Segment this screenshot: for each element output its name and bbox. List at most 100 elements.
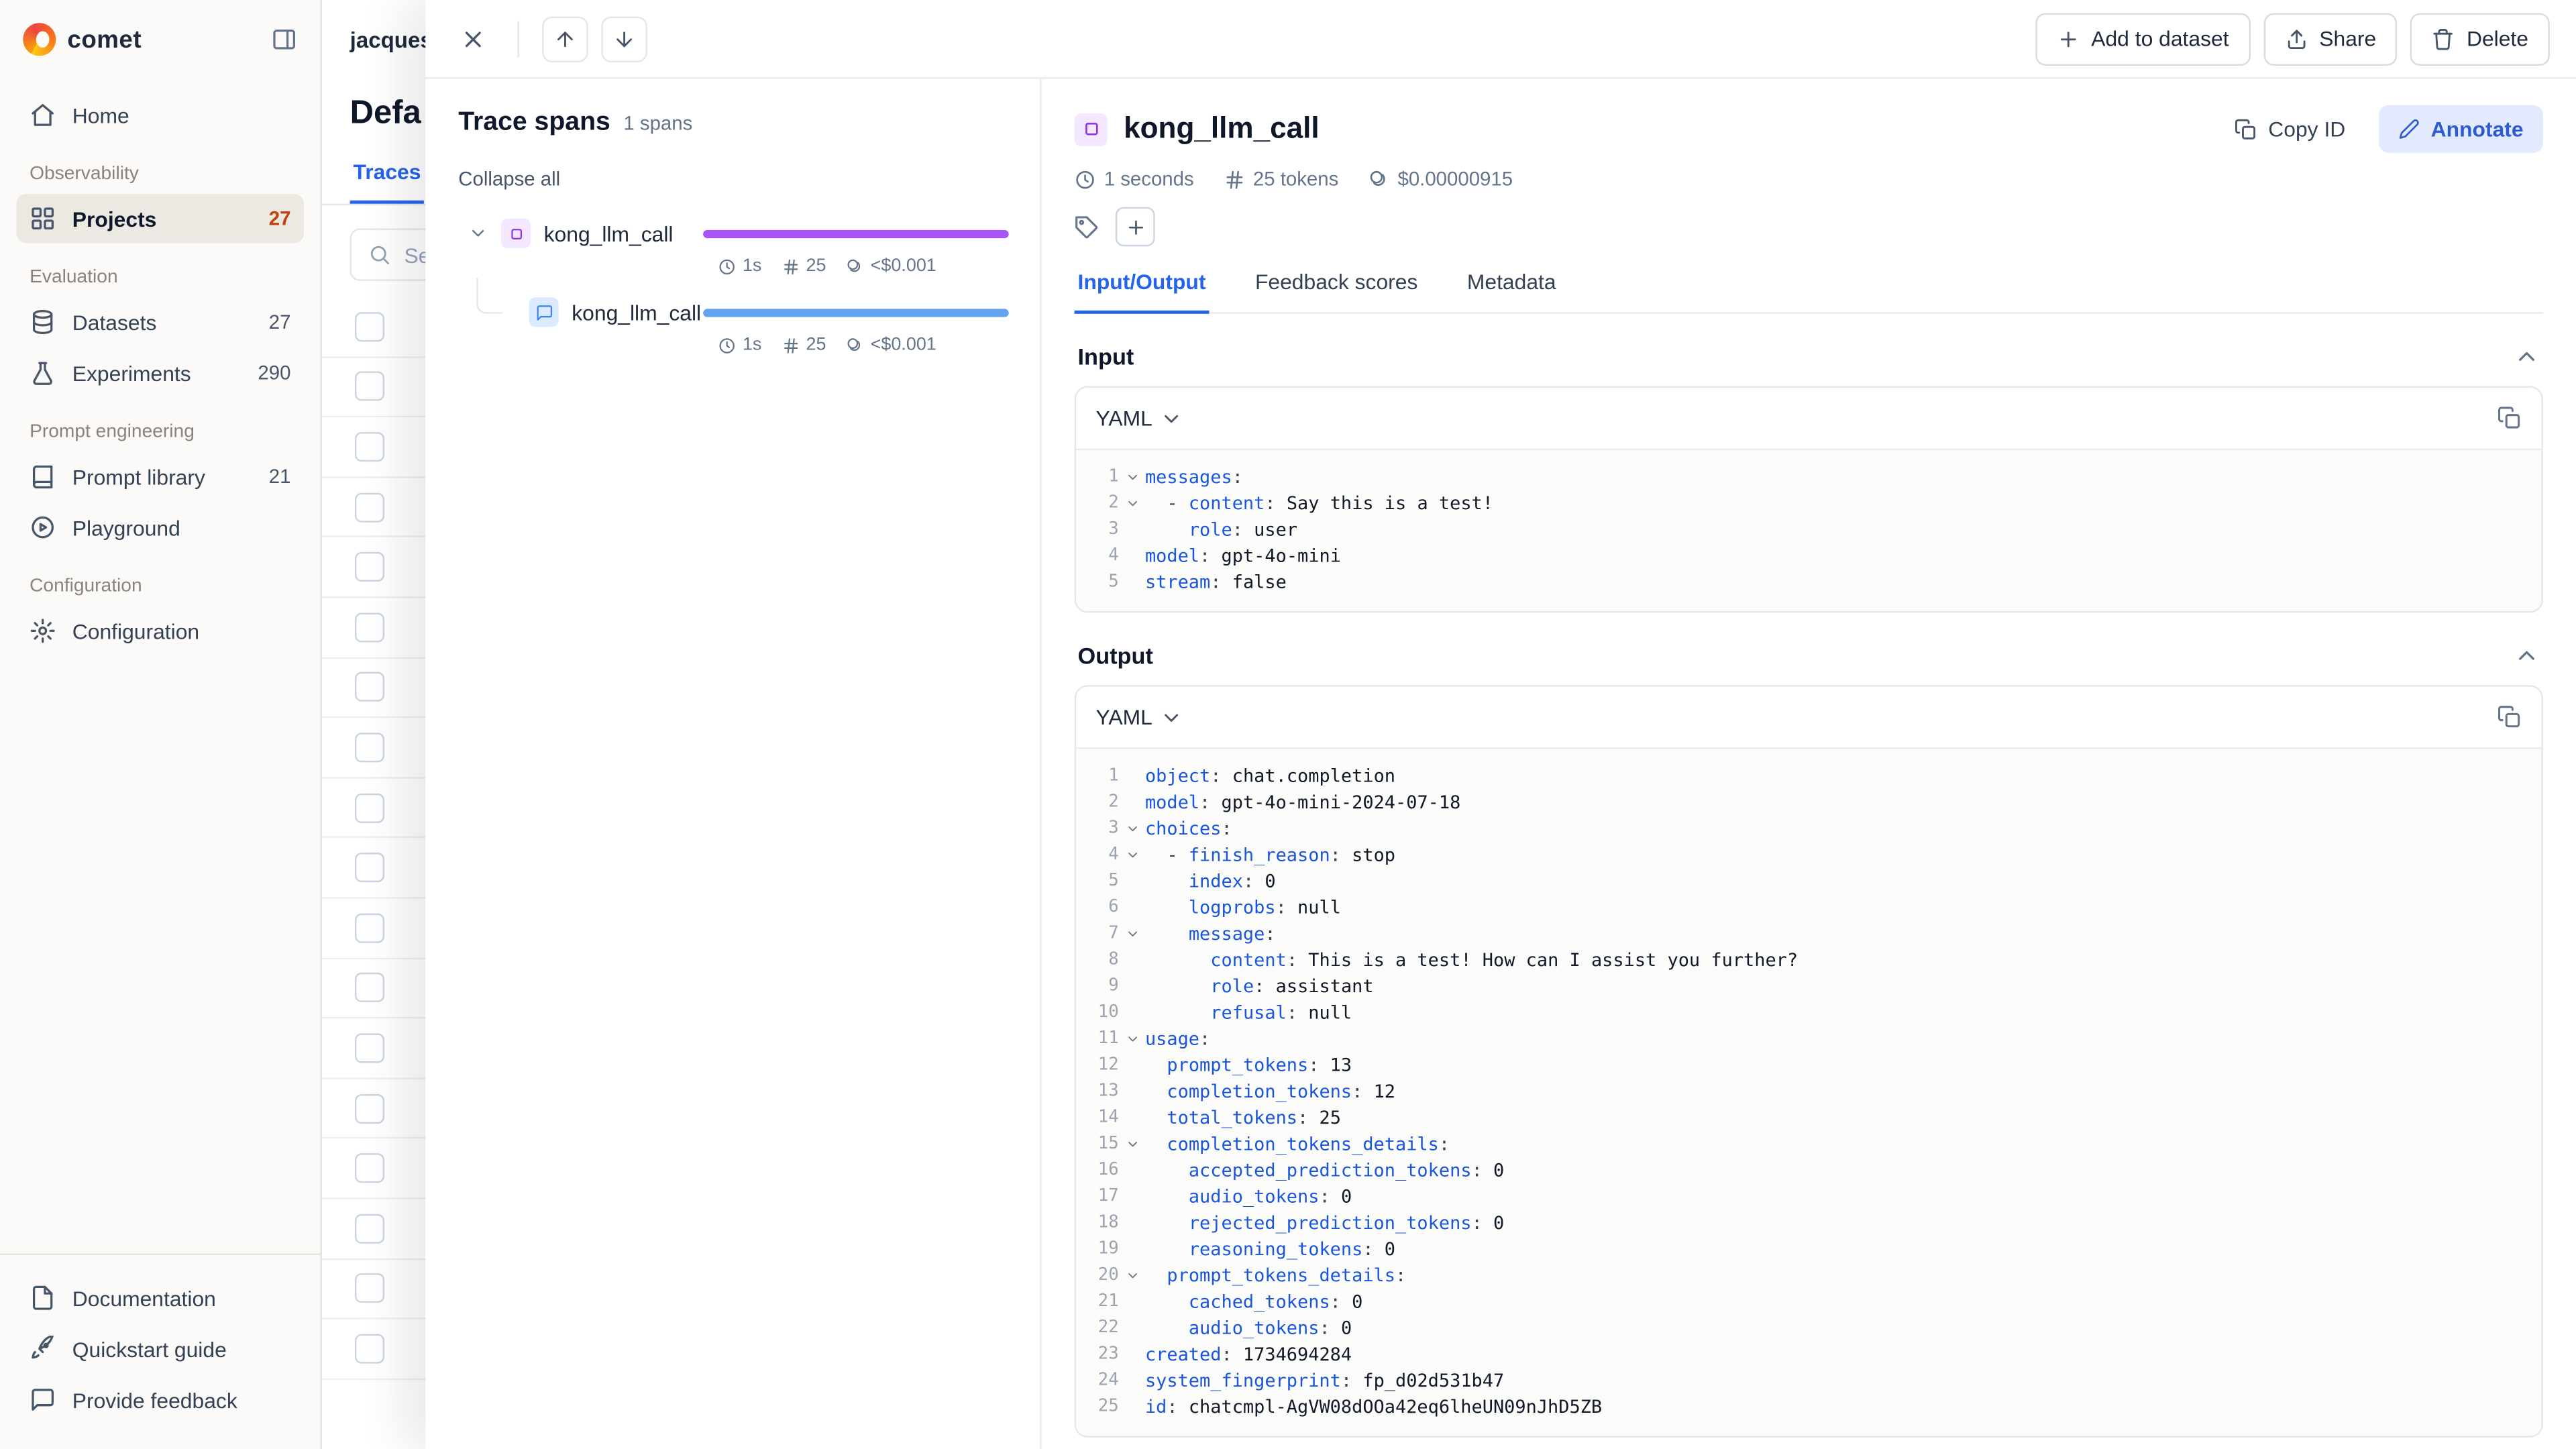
- sidebar-item-provide-feedback[interactable]: Provide feedback: [16, 1375, 304, 1424]
- chevron-down-icon[interactable]: [465, 223, 491, 243]
- line-number: 5: [1108, 572, 1119, 592]
- row-checkbox[interactable]: [354, 552, 385, 582]
- detail-tabs: Input/Output Feedback scores Metadata: [1074, 270, 2544, 314]
- row-checkbox[interactable]: [354, 1153, 385, 1183]
- code-line: 5 index: 0: [1083, 867, 2525, 894]
- add-to-dataset-button[interactable]: Add to dataset: [2035, 12, 2251, 65]
- code-line: 4 model: gpt-4o-mini: [1083, 542, 2525, 568]
- close-icon: [460, 25, 486, 52]
- copy-output-button[interactable]: [2497, 705, 2522, 730]
- line-number: 17: [1097, 1186, 1119, 1206]
- delete-button[interactable]: Delete: [2410, 12, 2550, 65]
- pencil-icon: [2398, 118, 2420, 140]
- share-icon: [2285, 27, 2308, 50]
- fold-chevron-icon[interactable]: [1120, 1031, 1143, 1046]
- tokens-stat: 25: [782, 335, 826, 355]
- sidebar-item-home[interactable]: Home: [16, 91, 304, 140]
- fold-chevron-icon[interactable]: [1120, 469, 1143, 484]
- row-checkbox[interactable]: [354, 792, 385, 822]
- collapse-all-button[interactable]: Collapse all: [458, 168, 1007, 191]
- trace-spans-panel: Trace spans 1 spans Collapse all kong_ll…: [425, 78, 1042, 1449]
- row-checkbox[interactable]: [354, 853, 385, 883]
- tab-metadata[interactable]: Metadata: [1464, 270, 1560, 313]
- sidebar-item-projects[interactable]: Projects 27: [16, 193, 305, 244]
- sidebar-item-prompt-library[interactable]: Prompt library 21: [16, 451, 304, 500]
- chevron-up-icon[interactable]: [2514, 343, 2540, 370]
- row-checkbox[interactable]: [354, 311, 385, 341]
- code-line: 19 reasoning_tokens: 0: [1083, 1236, 2525, 1262]
- code-line: 17 audio_tokens: 0: [1083, 1183, 2525, 1209]
- span-title: kong_llm_call: [1124, 111, 1320, 145]
- detail-scroll-area[interactable]: Input YAML 1 messages: 2 - content: Say th…: [1074, 314, 2544, 1449]
- previous-trace-button[interactable]: [542, 15, 588, 62]
- share-button[interactable]: Share: [2263, 12, 2398, 65]
- llm-span-icon: [500, 218, 531, 248]
- fold-chevron-icon[interactable]: [1120, 847, 1143, 861]
- tab-input-output[interactable]: Input/Output: [1074, 270, 1210, 314]
- input-section-header: Input: [1078, 343, 2540, 370]
- sidebar-item-documentation[interactable]: Documentation: [16, 1273, 304, 1322]
- row-checkbox[interactable]: [354, 1273, 385, 1303]
- chevron-down-icon: [1161, 706, 1183, 729]
- row-checkbox[interactable]: [354, 432, 385, 462]
- row-checkbox[interactable]: [354, 1093, 385, 1123]
- tab-feedback-scores[interactable]: Feedback scores: [1252, 270, 1421, 313]
- sidebar-item-experiments[interactable]: Experiments 290: [16, 348, 304, 397]
- line-number: 5: [1108, 870, 1119, 891]
- row-checkbox[interactable]: [354, 733, 385, 763]
- fold-chevron-icon[interactable]: [1120, 1267, 1143, 1282]
- row-checkbox[interactable]: [354, 672, 385, 702]
- row-checkbox[interactable]: [354, 1334, 385, 1364]
- span-duration-bar: [703, 309, 1009, 317]
- coins-icon: [846, 336, 864, 354]
- sidebar-collapse-icon[interactable]: [271, 26, 297, 52]
- search-icon: [368, 243, 391, 266]
- row-checkbox[interactable]: [354, 372, 385, 402]
- sidebar-item-playground[interactable]: Playground: [16, 502, 304, 551]
- row-checkbox[interactable]: [354, 492, 385, 522]
- sidebar-item-datasets[interactable]: Datasets 27: [16, 297, 304, 346]
- copy-input-button[interactable]: [2497, 406, 2522, 431]
- code-line: 22 audio_tokens: 0: [1083, 1314, 2525, 1340]
- line-number: 11: [1097, 1028, 1119, 1049]
- fold-chevron-icon[interactable]: [1120, 495, 1143, 510]
- line-number: 7: [1108, 923, 1119, 943]
- output-format-select[interactable]: YAML: [1095, 705, 1183, 729]
- line-number: 9: [1108, 975, 1119, 996]
- line-number: 22: [1097, 1318, 1119, 1338]
- cost-stat: <$0.001: [846, 256, 936, 276]
- span-row[interactable]: kong_llm_call: [458, 277, 1009, 332]
- tab-traces[interactable]: Traces: [350, 146, 425, 204]
- hash-icon: [1224, 168, 1245, 190]
- row-checkbox[interactable]: [354, 1214, 385, 1244]
- span-row[interactable]: kong_llm_call: [458, 213, 1009, 253]
- line-number: 1: [1108, 765, 1119, 786]
- chevron-up-icon[interactable]: [2514, 643, 2540, 669]
- row-checkbox[interactable]: [354, 612, 385, 642]
- sidebar-item-quickstart-guide[interactable]: Quickstart guide: [16, 1324, 304, 1373]
- annotate-button[interactable]: Annotate: [2378, 105, 2544, 153]
- tokens-stat: 25 tokens: [1224, 168, 1338, 191]
- code-line: 10 refusal: null: [1083, 999, 2525, 1025]
- input-format-select[interactable]: YAML: [1095, 406, 1183, 431]
- fold-chevron-icon[interactable]: [1120, 1136, 1143, 1150]
- close-button[interactable]: [451, 17, 494, 60]
- detail-stats: 1 seconds 25 tokens $0.00000915: [1075, 168, 2543, 191]
- fold-chevron-icon[interactable]: [1120, 926, 1143, 941]
- row-checkbox[interactable]: [354, 912, 385, 943]
- code-line: 5 stream: false: [1083, 568, 2525, 594]
- plus-icon: [1124, 216, 1146, 237]
- code-line: 4 - finish_reason: stop: [1083, 841, 2525, 867]
- line-number: 24: [1097, 1370, 1119, 1390]
- fold-chevron-icon[interactable]: [1120, 820, 1143, 835]
- arrow-down-icon: [612, 27, 635, 50]
- row-checkbox[interactable]: [354, 973, 385, 1003]
- copy-id-button[interactable]: Copy ID: [2217, 107, 2361, 151]
- line-number: 1: [1108, 466, 1119, 486]
- comet-logo[interactable]: comet: [23, 23, 142, 56]
- row-checkbox[interactable]: [354, 1033, 385, 1063]
- code-line: 11 usage:: [1083, 1025, 2525, 1051]
- next-trace-button[interactable]: [601, 15, 647, 62]
- sidebar-item-configuration[interactable]: Configuration: [16, 606, 304, 655]
- add-tag-button[interactable]: [1115, 207, 1155, 247]
